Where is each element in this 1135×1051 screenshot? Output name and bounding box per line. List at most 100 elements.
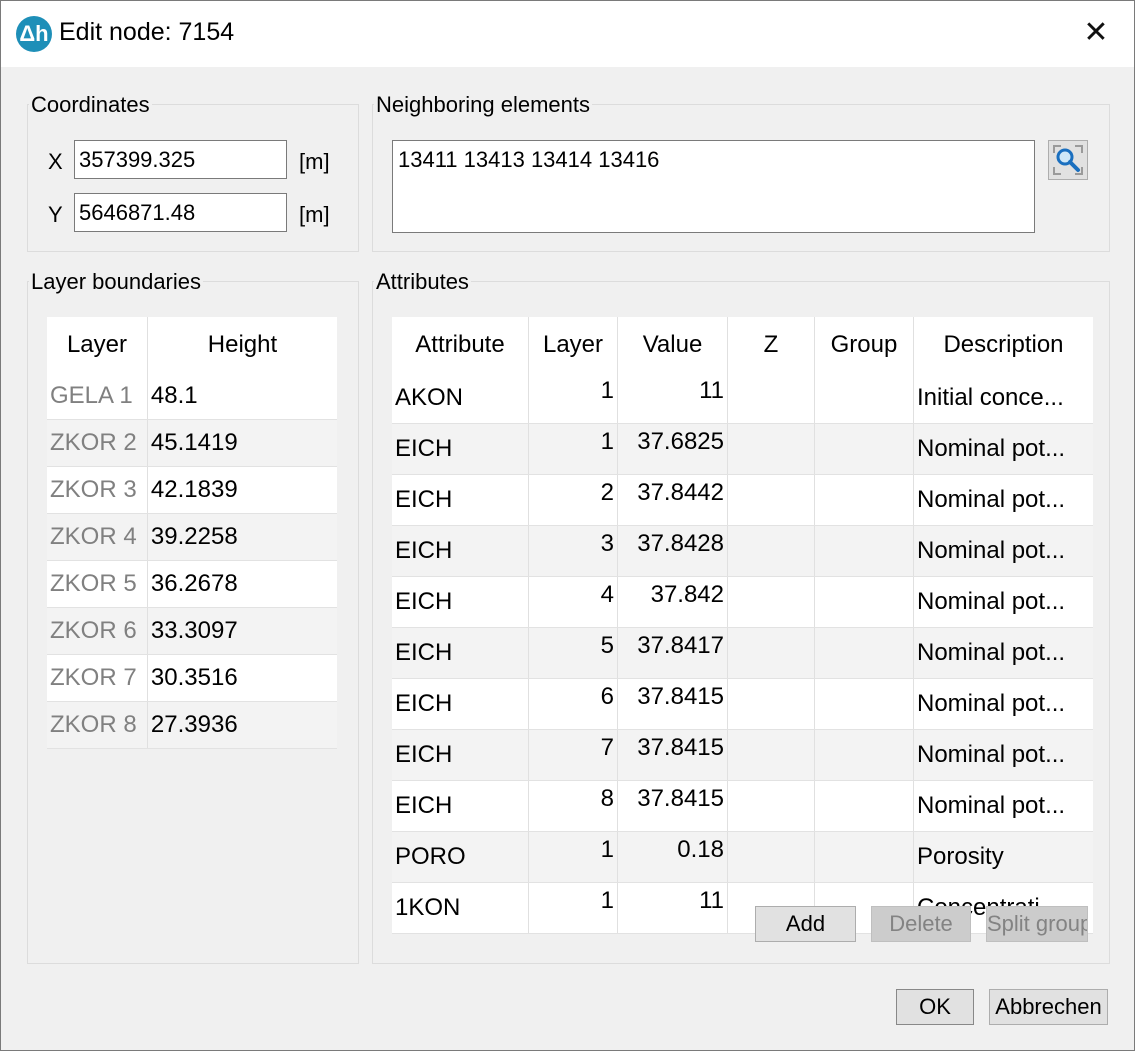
- group-cell[interactable]: [814, 627, 914, 679]
- value-cell[interactable]: 37.6825: [617, 423, 728, 475]
- table-row[interactable]: ZKOR 8 27.3936: [47, 701, 337, 749]
- column-header-layer[interactable]: Layer: [528, 317, 618, 373]
- description-cell[interactable]: Nominal pot...: [913, 525, 1093, 577]
- group-cell[interactable]: [814, 831, 914, 883]
- group-cell[interactable]: [814, 780, 914, 832]
- layer-cell[interactable]: 8: [528, 780, 618, 832]
- layer-cell[interactable]: 1: [528, 423, 618, 475]
- column-header-group[interactable]: Group: [814, 317, 914, 373]
- attribute-cell[interactable]: EICH: [392, 780, 529, 832]
- attributes-table[interactable]: Attribute Layer Value Z Group Descriptio…: [392, 317, 1093, 934]
- height-cell[interactable]: 45.1419: [147, 419, 337, 467]
- description-cell[interactable]: Nominal pot...: [913, 576, 1093, 628]
- group-cell[interactable]: [814, 525, 914, 577]
- group-cell[interactable]: [814, 474, 914, 526]
- ok-button[interactable]: OK: [896, 989, 974, 1025]
- value-cell[interactable]: 37.8442: [617, 474, 728, 526]
- description-cell[interactable]: Nominal pot...: [913, 678, 1093, 730]
- group-cell[interactable]: [814, 373, 914, 424]
- z-cell[interactable]: [727, 474, 815, 526]
- attribute-cell[interactable]: AKON: [392, 373, 529, 424]
- group-cell[interactable]: [814, 678, 914, 730]
- value-cell[interactable]: 37.8415: [617, 678, 728, 730]
- table-row[interactable]: ZKOR 7 30.3516: [47, 654, 337, 702]
- layer-cell[interactable]: 3: [528, 525, 618, 577]
- layer-cell[interactable]: 5: [528, 627, 618, 679]
- table-row[interactable]: EICH 4 37.842 Nominal pot...: [392, 576, 1093, 628]
- y-coordinate-input[interactable]: [74, 193, 287, 232]
- layer-cell[interactable]: 4: [528, 576, 618, 628]
- description-cell[interactable]: Initial conce...: [913, 373, 1093, 424]
- height-cell[interactable]: 48.1: [147, 373, 337, 420]
- cancel-button[interactable]: Abbrechen: [989, 989, 1108, 1025]
- split-group-button[interactable]: Split group: [986, 906, 1088, 942]
- z-cell[interactable]: [727, 729, 815, 781]
- attribute-cell[interactable]: EICH: [392, 474, 529, 526]
- table-row[interactable]: PORO 1 0.18 Porosity: [392, 831, 1093, 883]
- description-cell[interactable]: Nominal pot...: [913, 627, 1093, 679]
- layer-cell[interactable]: 2: [528, 474, 618, 526]
- height-cell[interactable]: 42.1839: [147, 466, 337, 514]
- add-button[interactable]: Add: [755, 906, 856, 942]
- table-row[interactable]: ZKOR 4 39.2258: [47, 513, 337, 561]
- group-cell[interactable]: [814, 729, 914, 781]
- value-cell[interactable]: 11: [617, 373, 728, 424]
- attribute-cell[interactable]: EICH: [392, 423, 529, 475]
- column-header-attribute[interactable]: Attribute: [392, 317, 529, 373]
- description-cell[interactable]: Nominal pot...: [913, 780, 1093, 832]
- z-cell[interactable]: [727, 423, 815, 475]
- table-row[interactable]: ZKOR 6 33.3097: [47, 607, 337, 655]
- attribute-cell[interactable]: EICH: [392, 525, 529, 577]
- column-header-height[interactable]: Height: [147, 317, 337, 373]
- attribute-cell[interactable]: EICH: [392, 627, 529, 679]
- value-cell[interactable]: 0.18: [617, 831, 728, 883]
- z-cell[interactable]: [727, 373, 815, 424]
- z-cell[interactable]: [727, 627, 815, 679]
- attribute-cell[interactable]: EICH: [392, 576, 529, 628]
- neighbors-textarea[interactable]: 13411 13413 13414 13416: [392, 140, 1035, 233]
- attribute-cell[interactable]: EICH: [392, 729, 529, 781]
- description-cell[interactable]: Nominal pot...: [913, 729, 1093, 781]
- z-cell[interactable]: [727, 576, 815, 628]
- value-cell[interactable]: 11: [617, 882, 728, 934]
- layer-cell[interactable]: 1: [528, 882, 618, 934]
- layer-cell[interactable]: 7: [528, 729, 618, 781]
- value-cell[interactable]: 37.8415: [617, 780, 728, 832]
- table-row[interactable]: EICH 2 37.8442 Nominal pot...: [392, 474, 1093, 526]
- table-row[interactable]: EICH 7 37.8415 Nominal pot...: [392, 729, 1093, 781]
- delete-button[interactable]: Delete: [871, 906, 971, 942]
- close-icon[interactable]: ✕: [1071, 13, 1121, 53]
- z-cell[interactable]: [727, 678, 815, 730]
- height-cell[interactable]: 33.3097: [147, 607, 337, 655]
- height-cell[interactable]: 27.3936: [147, 701, 337, 749]
- layer-boundaries-table[interactable]: Layer Height GELA 1 48.1 ZKOR 2 45.1419 ZKOR…: [47, 317, 337, 749]
- zoom-to-elements-button[interactable]: [1048, 140, 1088, 180]
- height-cell[interactable]: 39.2258: [147, 513, 337, 561]
- column-header-description[interactable]: Description: [913, 317, 1093, 373]
- column-header-value[interactable]: Value: [617, 317, 728, 373]
- attribute-cell[interactable]: PORO: [392, 831, 529, 883]
- table-row[interactable]: EICH 3 37.8428 Nominal pot...: [392, 525, 1093, 577]
- value-cell[interactable]: 37.8428: [617, 525, 728, 577]
- value-cell[interactable]: 37.842: [617, 576, 728, 628]
- column-header-z[interactable]: Z: [727, 317, 815, 373]
- table-row[interactable]: EICH 1 37.6825 Nominal pot...: [392, 423, 1093, 475]
- table-row[interactable]: ZKOR 5 36.2678: [47, 560, 337, 608]
- value-cell[interactable]: 37.8415: [617, 729, 728, 781]
- z-cell[interactable]: [727, 831, 815, 883]
- layer-cell[interactable]: 1: [528, 831, 618, 883]
- description-cell[interactable]: Nominal pot...: [913, 423, 1093, 475]
- table-row[interactable]: EICH 8 37.8415 Nominal pot...: [392, 780, 1093, 832]
- layer-cell[interactable]: 1: [528, 373, 618, 424]
- attribute-cell[interactable]: EICH: [392, 678, 529, 730]
- table-row[interactable]: EICH 6 37.8415 Nominal pot...: [392, 678, 1093, 730]
- table-row[interactable]: AKON 1 11 Initial conce...: [392, 373, 1093, 424]
- table-row[interactable]: ZKOR 3 42.1839: [47, 466, 337, 514]
- table-row[interactable]: GELA 1 48.1: [47, 373, 337, 420]
- table-row[interactable]: ZKOR 2 45.1419: [47, 419, 337, 467]
- z-cell[interactable]: [727, 780, 815, 832]
- z-cell[interactable]: [727, 525, 815, 577]
- group-cell[interactable]: [814, 423, 914, 475]
- description-cell[interactable]: Porosity: [913, 831, 1093, 883]
- height-cell[interactable]: 36.2678: [147, 560, 337, 608]
